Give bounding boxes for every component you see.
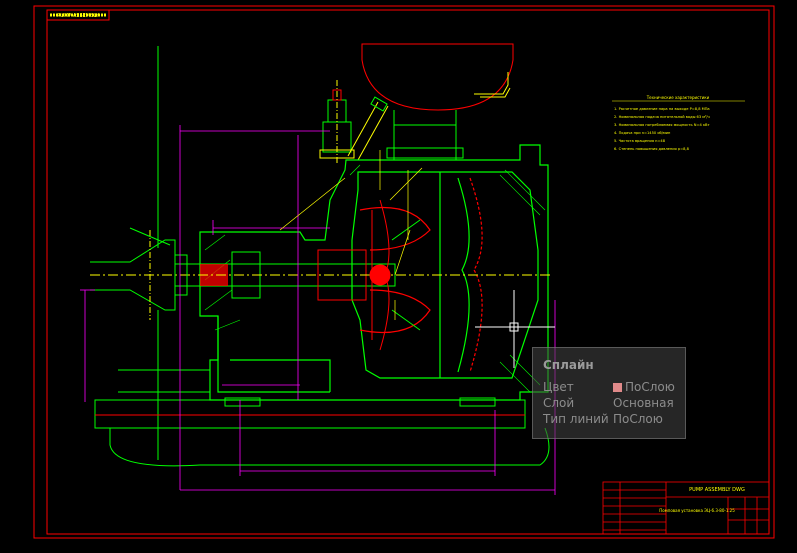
tooltip-row-value: ПоСлою xyxy=(613,380,675,394)
cad-drawing-canvas[interactable]: Технические характеристики 1. Расчетное … xyxy=(0,0,797,553)
tooltip-row-value: ПоСлою xyxy=(613,412,663,426)
properties-tooltip: Сплайн Цвет ПоСлою Слой Основная Тип лин… xyxy=(532,347,686,439)
tooltip-row-key: Слой xyxy=(543,396,575,410)
notes-line: 2. Номинальная подача питательной воды 6… xyxy=(614,115,710,119)
notes-line: 6. Степень повышения давления p=8,8 xyxy=(614,147,690,151)
title-block-name: Помповая установка ЭЦ-6.3-80-1.25 xyxy=(659,508,735,513)
notes-heading: Технические характеристики xyxy=(646,95,710,100)
notes-line: 4. Подача при n=1450 об/мин xyxy=(614,131,671,135)
tooltip-title: Сплайн xyxy=(543,358,594,372)
notes-line: 3. Номинальная потребляемая мощность N=4… xyxy=(614,123,710,127)
notes-line: 5. Частота вращения n=48 xyxy=(614,139,666,143)
tooltip-row-key: Тип линий xyxy=(543,412,609,426)
title-block-top-text: PUMP ASSEMBLY DWG xyxy=(689,487,745,493)
corner-stamp-text: PUMP ASSEMBLY xyxy=(57,13,99,19)
tooltip-row-key: Цвет xyxy=(543,380,574,394)
tooltip-row-value: Основная xyxy=(613,396,674,410)
notes-line: 1. Расчетное давление пара на выходе P=8… xyxy=(614,107,710,111)
color-swatch-icon xyxy=(613,383,622,392)
